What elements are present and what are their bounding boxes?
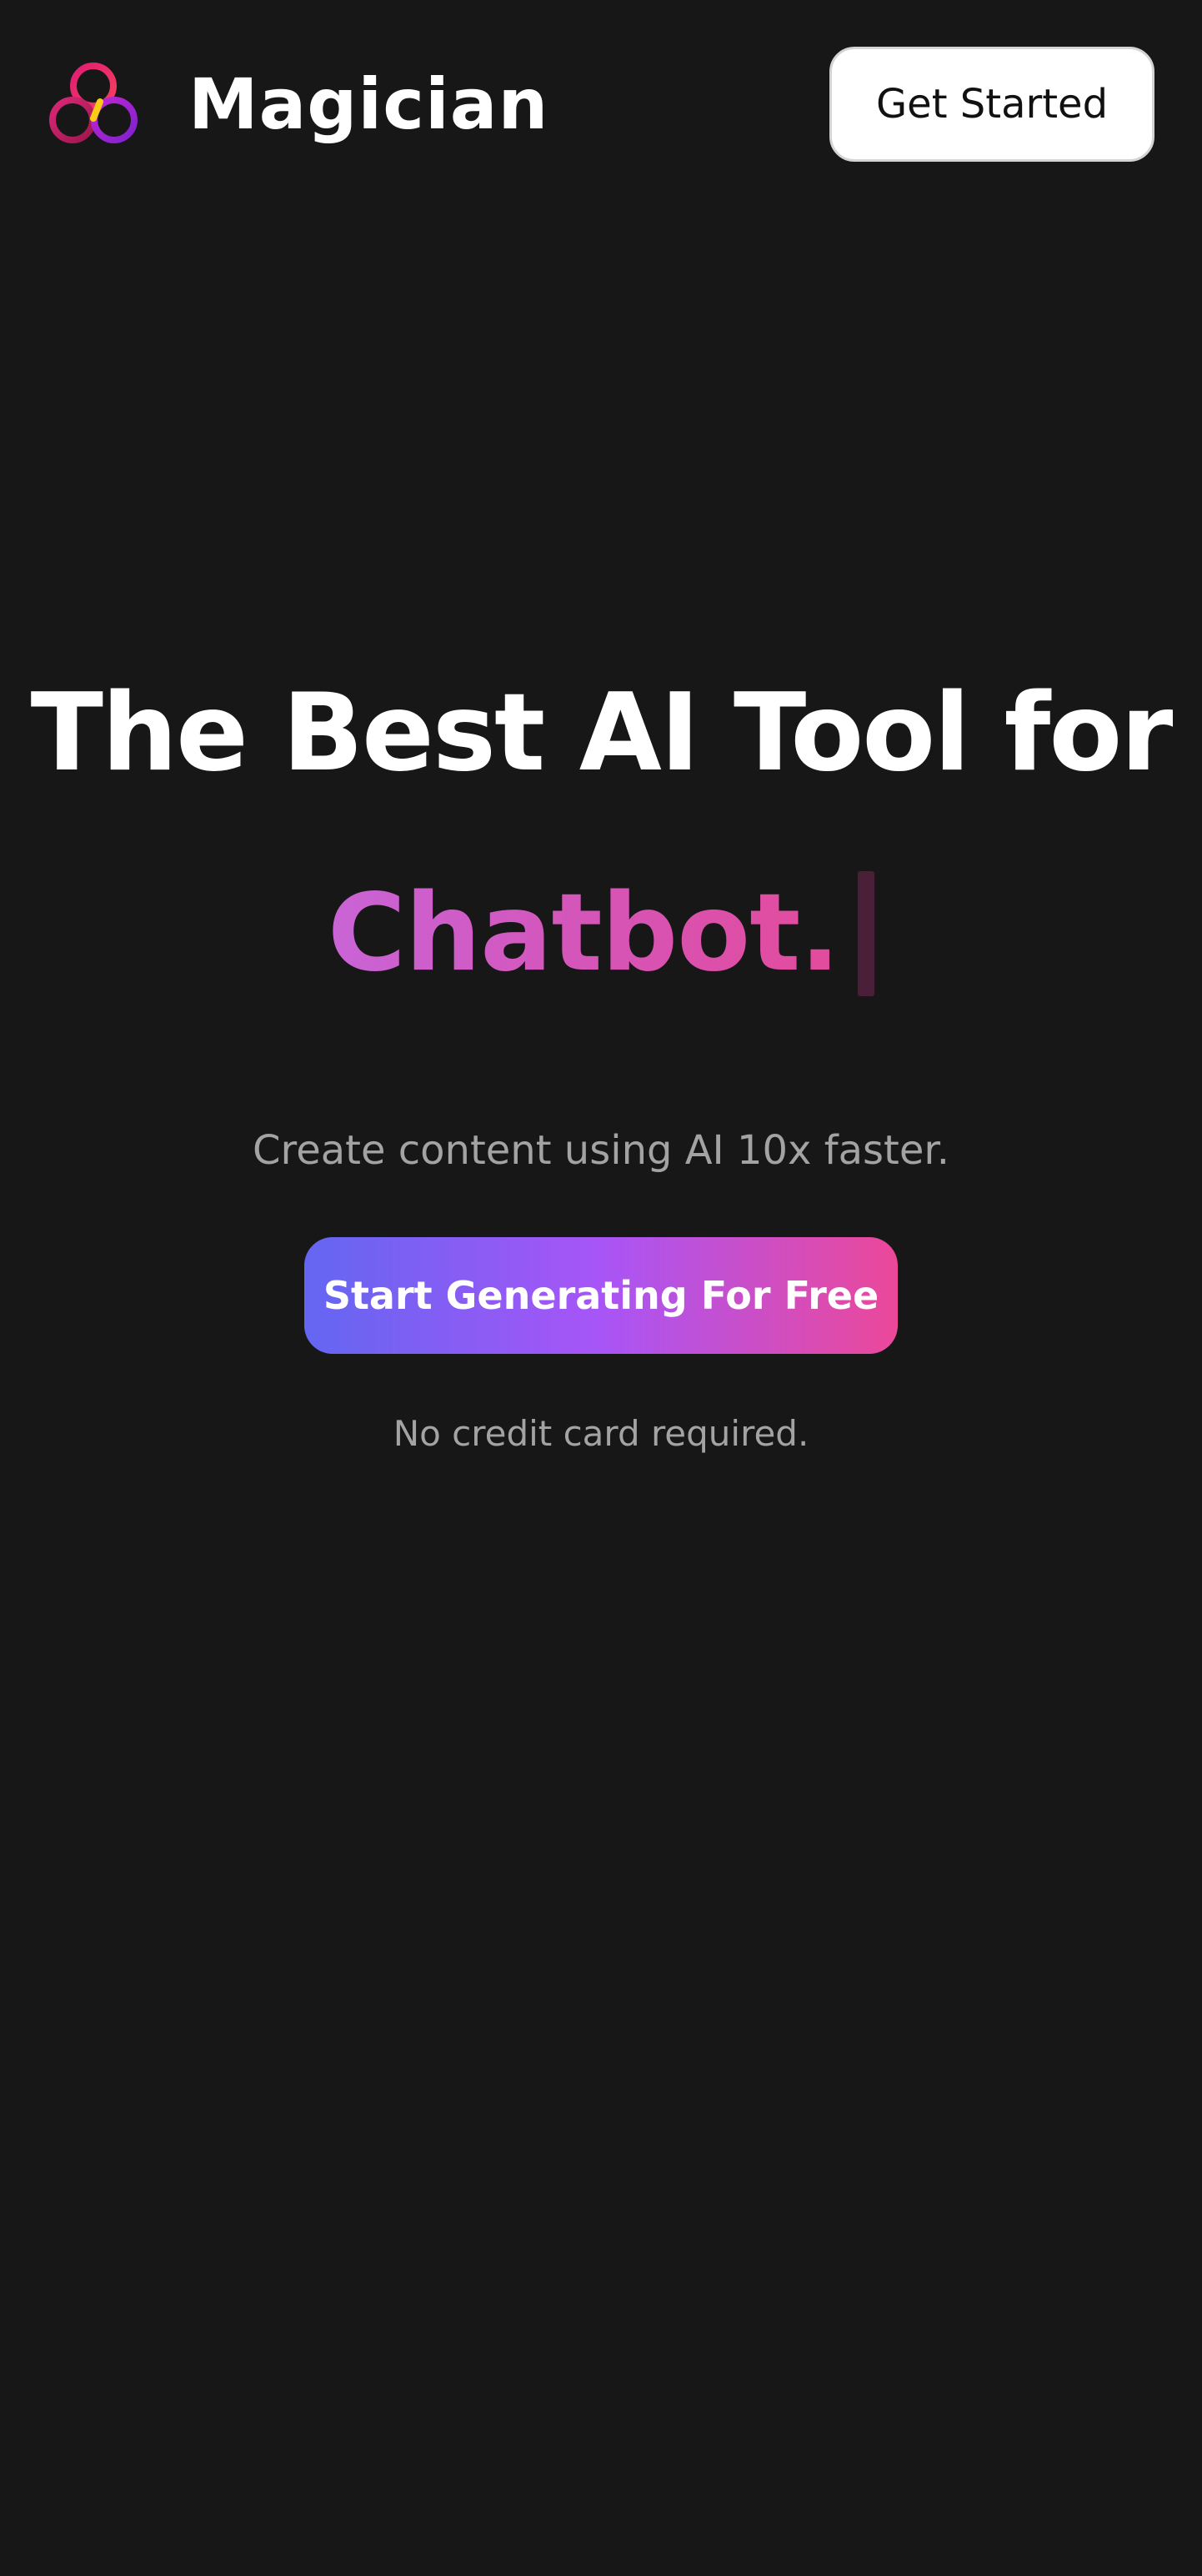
get-started-button[interactable]: Get Started	[829, 47, 1154, 162]
typed-word-line: Chatbot.	[0, 867, 1202, 1000]
hero-subtitle: Create content using AI 10x faster.	[253, 1127, 949, 1174]
logo-icon	[49, 63, 138, 143]
typed-word: Chatbot.	[328, 867, 840, 1000]
brand-name: Magician	[188, 63, 549, 145]
brand-home-link[interactable]: Magician	[45, 58, 548, 150]
start-generating-button[interactable]: Start Generating For Free	[304, 1237, 898, 1354]
hero-headline: The Best AI Tool for	[30, 671, 1174, 795]
site-header: Magician Get Started	[0, 0, 1202, 208]
typing-caret	[858, 871, 874, 996]
no-credit-card-note: No credit card required.	[393, 1413, 809, 1454]
